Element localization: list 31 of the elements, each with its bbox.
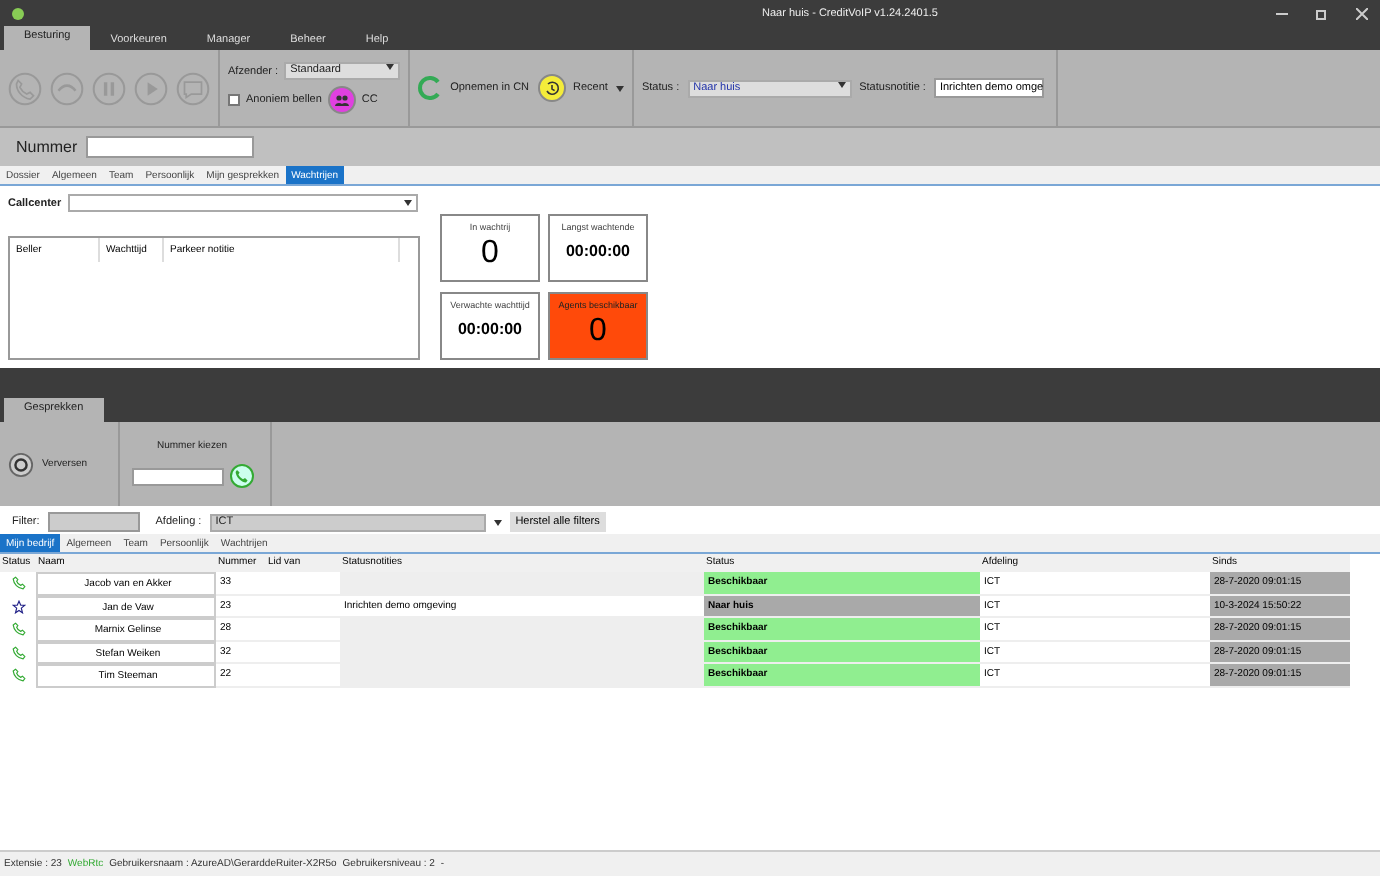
minimize-icon[interactable] [1276, 7, 1288, 19]
close-icon[interactable] [1356, 7, 1368, 19]
chat-button[interactable] [176, 71, 210, 105]
dropdown-arrow-icon [493, 519, 502, 525]
hangup-button[interactable] [50, 71, 84, 105]
filter-field[interactable] [47, 512, 140, 532]
pause-button[interactable] [92, 71, 126, 105]
history-icon [537, 74, 566, 102]
star-icon [11, 599, 25, 614]
number-label: Nummer [16, 138, 78, 156]
app-icon [12, 7, 24, 19]
people-icon [327, 86, 356, 114]
dropdown-arrow-icon [386, 64, 395, 70]
dropdown-arrow-icon [615, 85, 624, 91]
stat-value: 0 [481, 236, 499, 272]
play-button[interactable] [134, 71, 168, 105]
pickup-icon[interactable] [418, 76, 443, 100]
dropdown-arrow-icon [837, 81, 846, 87]
number-field[interactable] [85, 136, 254, 158]
phone-button[interactable] [8, 71, 42, 105]
restore-icon[interactable] [1316, 7, 1328, 19]
stat-value: 00:00:00 [457, 319, 523, 337]
anonymous-checkbox[interactable] [228, 94, 240, 106]
refresh-icon[interactable] [8, 451, 34, 477]
phone-icon [11, 576, 25, 591]
call-button[interactable] [229, 464, 254, 488]
dropdown-arrow-icon [403, 200, 412, 206]
dial-field[interactable] [131, 467, 224, 485]
stat-value: 00:00:00 [565, 242, 631, 260]
callcenter-dropdown[interactable] [67, 194, 418, 212]
stat-value: 0 [589, 313, 607, 349]
